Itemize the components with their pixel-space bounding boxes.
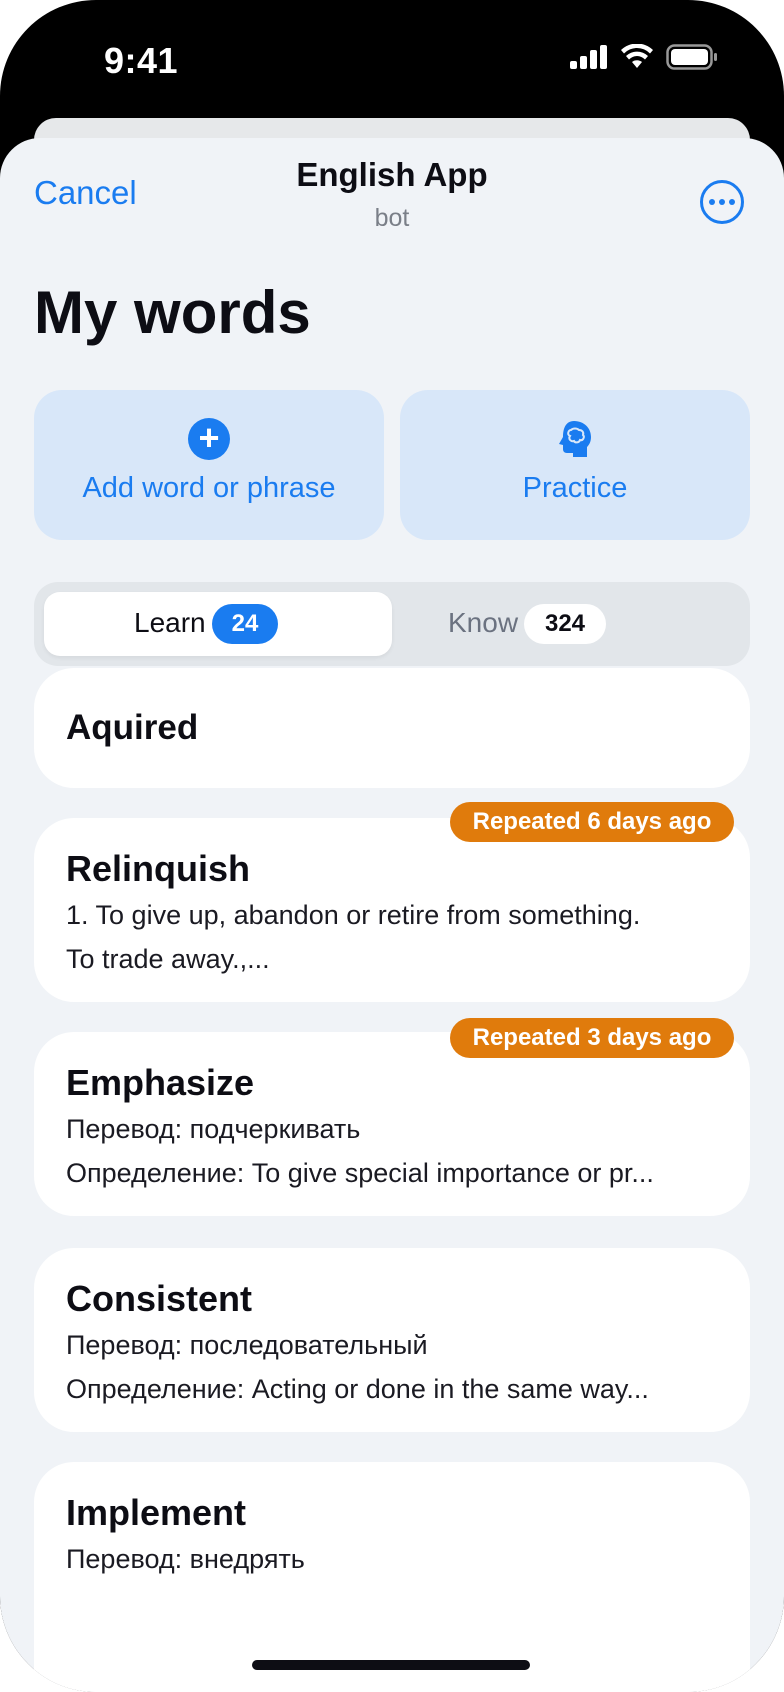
word-definition-line: Определение: Acting or done in the same … <box>66 1374 649 1404</box>
word-card[interactable]: Relinquish 1. To give up, abandon or ret… <box>34 818 750 1002</box>
add-word-button[interactable]: + Add word or phrase <box>34 390 384 540</box>
page-title: My words <box>34 279 311 346</box>
word-title: Implement <box>66 1492 247 1533</box>
app-subtitle: bot <box>374 204 410 232</box>
app-title: English App <box>296 156 488 193</box>
brain-head-icon <box>554 418 596 460</box>
wifi-icon <box>621 44 653 68</box>
signal-icon <box>570 45 607 69</box>
repeated-tag: Repeated 3 days ago <box>450 1018 734 1058</box>
bot-sheet: Cancel English App bot My words + Add wo… <box>0 138 784 1692</box>
learn-know-segmented-control: Learn 24 Know 324 <box>34 582 750 666</box>
practice-label: Practice <box>522 472 628 504</box>
word-card[interactable]: Implement Перевод: внедрять <box>34 1462 750 1692</box>
word-card[interactable]: Consistent Перевод: последовательный Опр… <box>34 1248 750 1432</box>
more-dot-icon <box>719 199 725 205</box>
word-translation: Перевод: подчеркивать <box>66 1114 361 1144</box>
add-word-label: Add word or phrase <box>82 472 336 504</box>
home-indicator[interactable] <box>252 1660 530 1670</box>
aquired-title: Aquired <box>66 708 199 747</box>
tab-know[interactable]: Know 324 <box>392 592 740 656</box>
more-dot-icon <box>709 199 715 205</box>
repeated-tag: Repeated 6 days ago <box>450 802 734 842</box>
know-count-badge: 324 <box>524 604 606 644</box>
tab-learn[interactable]: Learn 24 <box>44 592 392 656</box>
word-title: Consistent <box>66 1278 253 1319</box>
status-bar: 9:41 <box>0 0 784 120</box>
navigation-bar: Cancel English App bot <box>0 138 784 248</box>
status-time: 9:41 <box>104 40 179 81</box>
status-icons <box>570 44 718 70</box>
learn-count-badge: 24 <box>212 604 278 644</box>
battery-icon <box>666 44 717 70</box>
practice-button[interactable]: Practice <box>400 390 750 540</box>
more-options-button[interactable] <box>700 180 744 224</box>
more-dot-icon <box>729 199 735 205</box>
word-definition-line: To trade away.,... <box>66 944 270 974</box>
word-title: Emphasize <box>66 1062 255 1103</box>
word-card[interactable]: Emphasize Перевод: подчеркивать Определе… <box>34 1032 750 1216</box>
aquired-section-card[interactable]: Aquired <box>34 668 750 788</box>
word-title: Relinquish <box>66 848 251 889</box>
plus-icon: + <box>188 418 230 460</box>
word-translation: Перевод: внедрять <box>66 1544 305 1574</box>
word-definition-line: 1. To give up, abandon or retire from so… <box>66 900 641 930</box>
tab-learn-label: Learn <box>134 607 206 638</box>
tab-know-label: Know <box>448 607 519 638</box>
word-translation: Перевод: последовательный <box>66 1330 428 1360</box>
phone-frame: 9:41 Cancel English App bot My words + A… <box>0 0 784 1692</box>
word-definition-line: Определение: To give special importance … <box>66 1158 654 1188</box>
